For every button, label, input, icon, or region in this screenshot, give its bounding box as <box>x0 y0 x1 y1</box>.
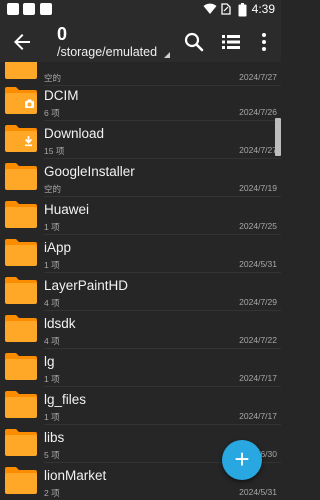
folder-icon <box>5 315 37 342</box>
list-item[interactable]: Huawei 1 项 2024/7/25 <box>0 197 281 235</box>
folder-icon <box>5 125 37 152</box>
file-name: libs <box>44 430 65 445</box>
scrollbar-thumb[interactable] <box>275 118 281 156</box>
file-date: 2024/5/31 <box>239 259 277 269</box>
add-button[interactable]: + <box>222 440 262 480</box>
file-info: 1 项 <box>44 260 60 270</box>
file-info: 15 项 <box>44 146 65 156</box>
file-info: 4 项 <box>44 336 60 346</box>
list-item[interactable]: LayerPaintHD 4 项 2024/7/29 <box>0 273 281 311</box>
folder-icon <box>5 62 37 79</box>
list-item[interactable]: lg_files 1 项 2024/7/17 <box>0 387 281 425</box>
notification-icon <box>40 3 52 15</box>
file-name: DCIM <box>44 88 79 103</box>
file-date: 2024/7/25 <box>239 221 277 231</box>
file-name: lg_files <box>44 392 87 407</box>
list-view-icon[interactable] <box>219 30 243 54</box>
file-info: 1 项 <box>44 222 60 232</box>
folder-icon <box>5 201 37 228</box>
battery-icon <box>238 3 247 17</box>
more-vert-icon[interactable] <box>252 30 276 54</box>
folder-icon <box>5 239 37 266</box>
file-date: 2024/7/19 <box>239 183 277 193</box>
back-arrow-icon[interactable] <box>10 30 34 54</box>
file-date: 2024/7/17 <box>239 373 277 383</box>
file-date: 2024/7/26 <box>239 107 277 117</box>
add-icon: + <box>234 444 250 474</box>
file-name: ldsdk <box>44 316 76 331</box>
file-name: GoogleInstaller <box>44 164 135 179</box>
file-date: 2024/7/29 <box>239 297 277 307</box>
file-name: lionMarket <box>44 468 107 483</box>
list-item[interactable]: Download 15 项 2024/7/27 <box>0 121 281 159</box>
folder-icon <box>5 163 37 190</box>
list-item[interactable]: GoogleInstaller 空的 2024/7/19 <box>0 159 281 197</box>
list-item[interactable]: DCIM 6 项 2024/7/26 <box>0 83 281 121</box>
file-info: 2 项 <box>44 488 60 498</box>
file-name: LayerPaintHD <box>44 278 129 293</box>
search-icon[interactable] <box>182 30 206 54</box>
file-list[interactable]: 空的 2024/7/27 DCIM 6 项 2024/7/26 Download… <box>0 62 281 500</box>
folder-icon <box>5 353 37 380</box>
app-bar: 0 /storage/emulated <box>0 22 281 62</box>
current-path[interactable]: /storage/emulated <box>57 45 157 59</box>
file-info: 1 项 <box>44 412 60 422</box>
file-info: 4 项 <box>44 298 60 308</box>
file-name: iApp <box>44 240 72 255</box>
file-name: lg <box>44 354 55 369</box>
path-dropdown-icon[interactable] <box>164 52 170 58</box>
file-info: 空的 <box>44 184 62 194</box>
notification-icon <box>7 3 19 15</box>
file-date: 2024/7/27 <box>239 145 277 155</box>
file-name: Huawei <box>44 202 90 217</box>
folder-icon <box>5 87 37 114</box>
notification-icon <box>23 3 35 15</box>
file-date: 2024/5/31 <box>239 487 277 497</box>
clock: 4:39 <box>251 2 275 16</box>
wifi-icon <box>203 3 217 14</box>
file-info: 5 项 <box>44 450 60 460</box>
sim-icon <box>221 3 231 15</box>
folder-icon <box>5 277 37 304</box>
file-info: 6 项 <box>44 108 60 118</box>
list-item[interactable]: ldsdk 4 项 2024/7/22 <box>0 311 281 349</box>
file-date: 2024/7/27 <box>239 72 277 82</box>
folder-icon <box>5 429 37 456</box>
list-item[interactable]: lg 1 项 2024/7/17 <box>0 349 281 387</box>
file-date: 2024/7/17 <box>239 411 277 421</box>
file-date: 2024/7/22 <box>239 335 277 345</box>
status-bar: 4:39 <box>0 0 281 22</box>
folder-icon <box>5 391 37 418</box>
page-title: 0 <box>57 24 68 44</box>
folder-icon <box>5 467 37 494</box>
list-item[interactable]: iApp 1 项 2024/5/31 <box>0 235 281 273</box>
file-info: 1 项 <box>44 374 60 384</box>
file-name: Download <box>44 126 105 141</box>
